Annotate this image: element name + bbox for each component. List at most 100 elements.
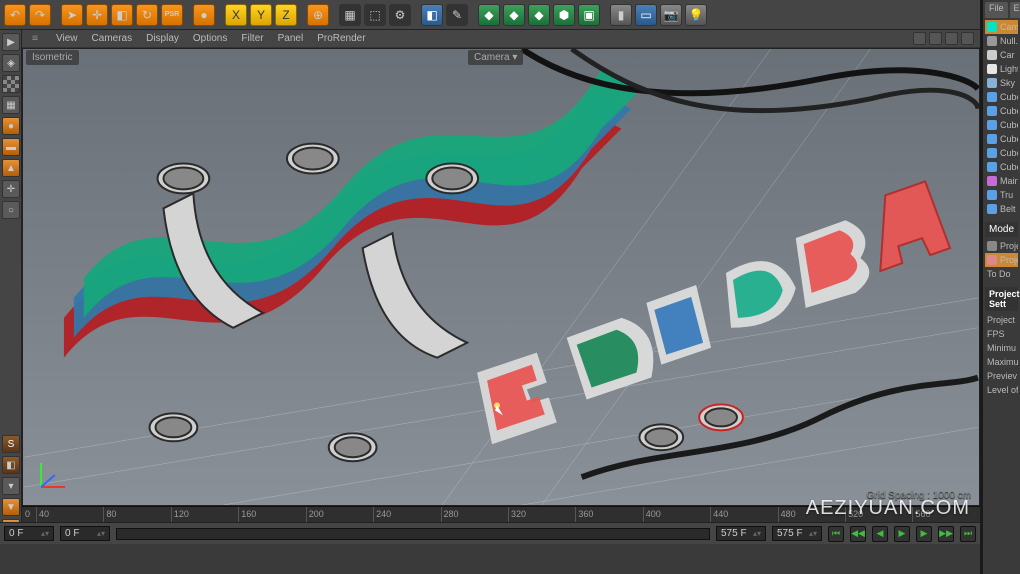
snap-btn1[interactable]: S (2, 435, 20, 453)
setting-row: Minimu (985, 341, 1018, 355)
viewport[interactable]: Grid Spacing : 1000 cm (22, 48, 980, 506)
obj-cube: Cube. (985, 90, 1018, 104)
setting-row: Previev (985, 369, 1018, 383)
generator-btn4[interactable]: ⬢ (553, 4, 575, 26)
cube-primitive-btn[interactable]: ◧ (421, 4, 443, 26)
tick-label: 480 (781, 509, 796, 519)
generator-btn3[interactable]: ◆ (528, 4, 550, 26)
ruler-start: 0 (25, 509, 30, 519)
generator-btn5[interactable]: ▣ (578, 4, 600, 26)
next-frame-btn[interactable]: ▶ (916, 526, 932, 542)
goto-start-btn[interactable]: ⏮ (828, 526, 844, 542)
prev-frame-btn[interactable]: ◀ (872, 526, 888, 542)
render-settings-btn[interactable]: ⚙ (389, 4, 411, 26)
viewport-menubar: ≡ View Cameras Display Options Filter Pa… (22, 30, 980, 48)
last-tool[interactable]: ● (193, 4, 215, 26)
obj-car: Car (985, 48, 1018, 62)
menu-handle[interactable]: ≡ (32, 33, 38, 44)
menu-display[interactable]: Display (146, 33, 179, 44)
view-label: Isometric (26, 50, 79, 65)
menu-panel[interactable]: Panel (278, 33, 304, 44)
scale-tool[interactable]: ◧ (111, 4, 133, 26)
edges-mode-btn[interactable]: ▬ (2, 138, 20, 156)
menu-filter[interactable]: Filter (241, 33, 263, 44)
start-frame-field[interactable]: 0 F▴▾ (4, 526, 54, 541)
left-sidebar: ▶ ◈ ▦ ● ▬ ▲ ✛ ○ S ◧ ▾ ▼ ⬣ (0, 30, 22, 540)
current-frame-field[interactable]: 0 F▴▾ (60, 526, 110, 541)
floor-btn[interactable]: ▭ (635, 4, 657, 26)
object-manager[interactable]: Camer Null.1 Car Light Sky Cube. Cube. C… (985, 18, 1018, 218)
play-btn[interactable]: ▶ (894, 526, 910, 542)
obj-tru: Tru (985, 188, 1018, 202)
rotate-tool[interactable]: ↻ (136, 4, 158, 26)
timeline-controls: 0 F▴▾ 0 F▴▾ 575 F▴▾ 575 F▴▾ ⏮ ◀◀ ◀ ▶ ▶ ▶… (0, 522, 980, 544)
tick-label: 160 (241, 509, 256, 519)
tick-label: 280 (444, 509, 459, 519)
snap-btn2[interactable]: ◧ (2, 456, 20, 474)
menu-view[interactable]: View (56, 33, 78, 44)
camera-btn[interactable]: 📷 (660, 4, 682, 26)
generator-btn1[interactable]: ◆ (478, 4, 500, 26)
tick-label: 120 (174, 509, 189, 519)
workplane-btn[interactable]: ▦ (2, 96, 20, 114)
goto-end-btn[interactable]: ⏭ (960, 526, 976, 542)
rp-tab-edit[interactable]: E (1010, 2, 1020, 18)
rp-tab-file[interactable]: File (985, 2, 1008, 18)
redo-btn[interactable]: ↷ (29, 4, 51, 26)
menu-cameras[interactable]: Cameras (92, 33, 133, 44)
obj-belt: Belt (985, 202, 1018, 216)
axis-x-btn[interactable]: X (225, 4, 247, 26)
axis-z-btn[interactable]: Z (275, 4, 297, 26)
undo-btn[interactable]: ↶ (4, 4, 26, 26)
camera-label[interactable]: Camera ▾ (468, 50, 523, 65)
obj-cube: Cube. (985, 132, 1018, 146)
tweak-btn[interactable]: ▼ (2, 498, 20, 516)
axis-gizmo[interactable] (33, 455, 73, 495)
generator-btn2[interactable]: ◆ (503, 4, 525, 26)
tick-label: 200 (309, 509, 324, 519)
right-panel: File E Camer Null.1 Car Light Sky Cube. … (980, 0, 1020, 574)
nav-move-icon[interactable] (913, 32, 926, 45)
model-mode-btn[interactable]: ◈ (2, 54, 20, 72)
obj-cube: Cube. (985, 146, 1018, 160)
psr-tool[interactable]: PSR (161, 4, 183, 26)
menu-options[interactable]: Options (193, 33, 227, 44)
move-tool[interactable]: ✛ (86, 4, 108, 26)
deformer-btn[interactable]: ▮ (610, 4, 632, 26)
render-btn[interactable]: ▦ (339, 4, 361, 26)
light-btn[interactable]: 💡 (685, 4, 707, 26)
texture-mode-btn[interactable] (2, 75, 20, 93)
attr-item: Project (985, 239, 1018, 253)
render-region-btn[interactable]: ⬚ (364, 4, 386, 26)
snap-btn3[interactable]: ▾ (2, 477, 20, 495)
select-tool[interactable]: ➤ (61, 4, 83, 26)
attr-item: To Do (985, 267, 1018, 281)
polys-mode-btn[interactable]: ▲ (2, 159, 20, 177)
tick-label: 40 (39, 509, 49, 519)
nav-rotate-icon[interactable] (945, 32, 958, 45)
obj-cube: Cube. (985, 118, 1018, 132)
total-frame-field[interactable]: 575 F▴▾ (716, 526, 766, 541)
step-fwd-btn[interactable]: ▶▶ (938, 526, 954, 542)
viewport-nav-icons (913, 32, 974, 45)
menu-prorender[interactable]: ProRender (317, 33, 365, 44)
axis-y-btn[interactable]: Y (250, 4, 272, 26)
end-frame-field[interactable]: 575 F▴▾ (772, 526, 822, 541)
tick-label: 320 (511, 509, 526, 519)
viewport-scene (23, 49, 979, 505)
viewport-solo-btn[interactable]: ○ (2, 201, 20, 219)
step-back-btn[interactable]: ◀◀ (850, 526, 866, 542)
nav-layout-icon[interactable] (961, 32, 974, 45)
spline-btn[interactable]: ✎ (446, 4, 468, 26)
nav-zoom-icon[interactable] (929, 32, 942, 45)
points-mode-btn[interactable]: ● (2, 117, 20, 135)
tick-label: 80 (106, 509, 116, 519)
world-axis-btn[interactable]: ⊕ (307, 4, 329, 26)
tick-label: 440 (713, 509, 728, 519)
top-toolbar: ↶ ↷ ➤ ✛ ◧ ↻ PSR ● X Y Z ⊕ ▦ ⬚ ⚙ ◧ ✎ ◆ ◆ … (0, 0, 1020, 30)
editable-mode-btn[interactable]: ▶ (2, 33, 20, 51)
axis-lock-btn[interactable]: ✛ (2, 180, 20, 198)
timeline-track[interactable] (116, 528, 710, 540)
mode-label: Mode (985, 222, 1018, 237)
obj-sky: Sky (985, 76, 1018, 90)
